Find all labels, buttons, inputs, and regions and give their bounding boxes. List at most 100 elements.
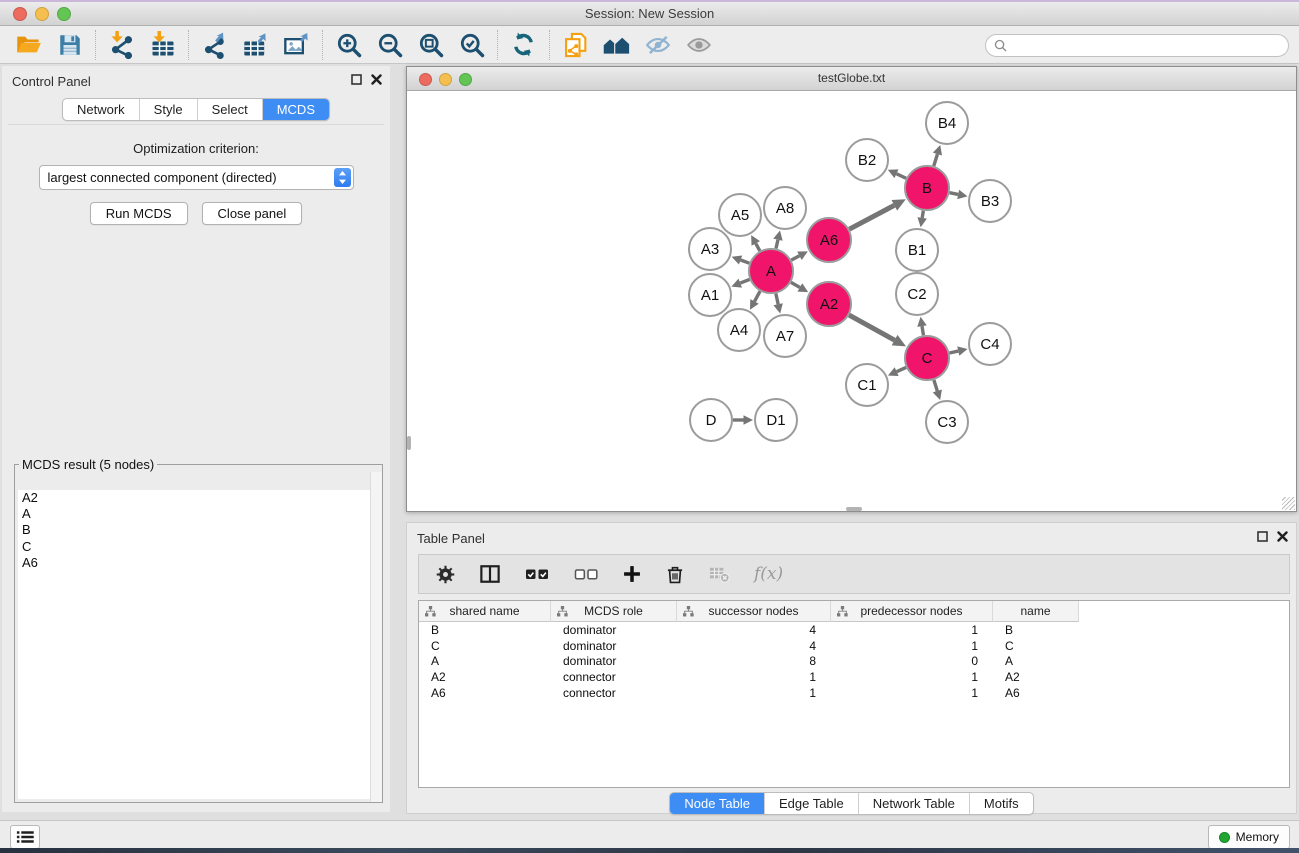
zoom-fit-button[interactable] bbox=[410, 29, 451, 61]
tab-mcds[interactable]: MCDS bbox=[262, 99, 329, 120]
graph-node-B2[interactable]: B2 bbox=[846, 139, 888, 181]
import-network-button[interactable] bbox=[101, 29, 142, 61]
graph-edge-A-A1[interactable] bbox=[740, 279, 749, 283]
table-row[interactable]: Cdominator41C bbox=[419, 638, 1289, 654]
column-header-MCDS-role[interactable]: MCDS role bbox=[551, 601, 677, 622]
zoom-in-button[interactable] bbox=[328, 29, 369, 61]
unselect-all-button[interactable] bbox=[573, 564, 599, 584]
graph-node-B1[interactable]: B1 bbox=[896, 229, 938, 271]
float-panel-icon[interactable] bbox=[1257, 531, 1268, 542]
graph-node-C4[interactable]: C4 bbox=[969, 323, 1011, 365]
table-row[interactable]: A2connector11A2 bbox=[419, 669, 1289, 685]
new-network-from-selection-button[interactable] bbox=[555, 29, 596, 61]
delete-table-button[interactable] bbox=[708, 564, 731, 584]
graph-node-D1[interactable]: D1 bbox=[755, 399, 797, 441]
graph-node-A7[interactable]: A7 bbox=[764, 315, 806, 357]
graph-node-A3[interactable]: A3 bbox=[689, 228, 731, 270]
graph-node-A2[interactable]: A2 bbox=[807, 282, 851, 326]
graph-edge-C-C2[interactable] bbox=[922, 326, 923, 335]
criterion-select[interactable]: largest connected component (directed) bbox=[39, 165, 354, 190]
graph-node-A5[interactable]: A5 bbox=[719, 194, 761, 236]
maximize-network-icon[interactable] bbox=[459, 73, 472, 86]
close-panel-icon[interactable] bbox=[371, 74, 382, 85]
zoom-selected-button[interactable] bbox=[451, 29, 492, 61]
graph-edge-C-C1[interactable] bbox=[897, 367, 906, 371]
refresh-button[interactable] bbox=[503, 29, 544, 61]
table-row[interactable]: A6connector11A6 bbox=[419, 685, 1289, 701]
column-header-shared-name[interactable]: shared name bbox=[419, 601, 551, 622]
window-resize-grip[interactable] bbox=[1282, 497, 1295, 510]
mcds-list-scrollbar[interactable] bbox=[370, 472, 382, 802]
tab-network[interactable]: Network bbox=[63, 99, 139, 120]
column-header-successor-nodes[interactable]: successor nodes bbox=[677, 601, 831, 622]
tab-select[interactable]: Select bbox=[197, 99, 262, 120]
graph-edge-B-B1[interactable] bbox=[922, 211, 923, 218]
graph-edge-A-A4[interactable] bbox=[754, 291, 760, 301]
graph-edge-A-A2[interactable] bbox=[791, 282, 800, 287]
export-image-button[interactable] bbox=[276, 29, 317, 61]
close-window-icon[interactable] bbox=[13, 7, 27, 21]
graph-edge-B-B2[interactable] bbox=[896, 174, 906, 179]
graph-edge-C-C4[interactable] bbox=[949, 351, 958, 353]
table-row[interactable]: Adominator80A bbox=[419, 653, 1289, 669]
network-window-titlebar[interactable]: testGlobe.txt bbox=[407, 67, 1296, 91]
table-settings-button[interactable] bbox=[435, 564, 456, 585]
network-horizontal-scrollbar[interactable] bbox=[846, 507, 862, 511]
graph-node-B3[interactable]: B3 bbox=[969, 180, 1011, 222]
tab-node-table[interactable]: Node Table bbox=[670, 793, 764, 814]
graph-node-C1[interactable]: C1 bbox=[846, 364, 888, 406]
column-header-predecessor-nodes[interactable]: predecessor nodes bbox=[831, 601, 993, 622]
graph-node-C[interactable]: C bbox=[905, 336, 949, 380]
graph-edge-A-A6[interactable] bbox=[791, 256, 799, 260]
close-panel-button[interactable]: Close panel bbox=[202, 202, 303, 225]
create-column-button[interactable] bbox=[622, 564, 642, 584]
graph-node-B[interactable]: B bbox=[905, 166, 949, 210]
graph-node-A6[interactable]: A6 bbox=[807, 218, 851, 262]
network-canvas[interactable]: AA1A2A3A4A5A6A7A8BB1B2B3B4CC1C2C3C4DD1 bbox=[407, 91, 1296, 511]
graph-node-C2[interactable]: C2 bbox=[896, 273, 938, 315]
search-field[interactable] bbox=[985, 34, 1289, 57]
graph-edge-B-B3[interactable] bbox=[950, 193, 959, 195]
tab-network-table[interactable]: Network Table bbox=[858, 793, 969, 814]
function-builder-button[interactable]: f(x) bbox=[754, 564, 783, 584]
tab-edge-table[interactable]: Edge Table bbox=[764, 793, 858, 814]
tab-style[interactable]: Style bbox=[139, 99, 197, 120]
mcds-result-item[interactable]: A6 bbox=[18, 555, 379, 571]
graph-node-A[interactable]: A bbox=[749, 249, 793, 293]
search-input[interactable] bbox=[1012, 37, 1288, 54]
show-task-history-button[interactable] bbox=[10, 825, 40, 849]
table-row[interactable]: Bdominator41B bbox=[419, 622, 1289, 638]
select-all-button[interactable] bbox=[524, 564, 550, 584]
hide-selected-button[interactable] bbox=[637, 29, 678, 61]
export-table-button[interactable] bbox=[235, 29, 276, 61]
open-session-button[interactable] bbox=[8, 29, 49, 61]
graph-edge-A2-C[interactable] bbox=[849, 315, 894, 340]
memory-button[interactable]: Memory bbox=[1208, 825, 1290, 849]
mcds-result-item[interactable]: A bbox=[18, 506, 379, 522]
minimize-network-icon[interactable] bbox=[439, 73, 452, 86]
save-session-button[interactable] bbox=[49, 29, 90, 61]
mcds-result-item[interactable]: C bbox=[18, 539, 379, 555]
close-panel-icon[interactable] bbox=[1277, 531, 1288, 542]
import-table-button[interactable] bbox=[142, 29, 183, 61]
zoom-out-button[interactable] bbox=[369, 29, 410, 61]
graph-node-A8[interactable]: A8 bbox=[764, 187, 806, 229]
tab-motifs[interactable]: Motifs bbox=[969, 793, 1033, 814]
graph-node-A4[interactable]: A4 bbox=[718, 309, 760, 351]
mcds-result-item[interactable]: A2 bbox=[18, 490, 379, 506]
graph-edge-A-A7[interactable] bbox=[776, 293, 778, 304]
graph-edge-A-A5[interactable] bbox=[756, 243, 760, 250]
graph-node-A1[interactable]: A1 bbox=[689, 274, 731, 316]
close-network-icon[interactable] bbox=[419, 73, 432, 86]
delete-column-button[interactable] bbox=[665, 564, 685, 585]
network-vertical-scrollbar[interactable] bbox=[407, 436, 411, 450]
run-mcds-button[interactable]: Run MCDS bbox=[90, 202, 188, 225]
graph-edge-C-C3[interactable] bbox=[934, 380, 937, 391]
column-header-name[interactable]: name bbox=[993, 601, 1079, 622]
graph-edge-A-A8[interactable] bbox=[776, 240, 778, 249]
maximize-window-icon[interactable] bbox=[57, 7, 71, 21]
graph-node-D[interactable]: D bbox=[690, 399, 732, 441]
graph-node-C3[interactable]: C3 bbox=[926, 401, 968, 443]
graph-edge-B-B4[interactable] bbox=[934, 154, 938, 166]
export-network-button[interactable] bbox=[194, 29, 235, 61]
